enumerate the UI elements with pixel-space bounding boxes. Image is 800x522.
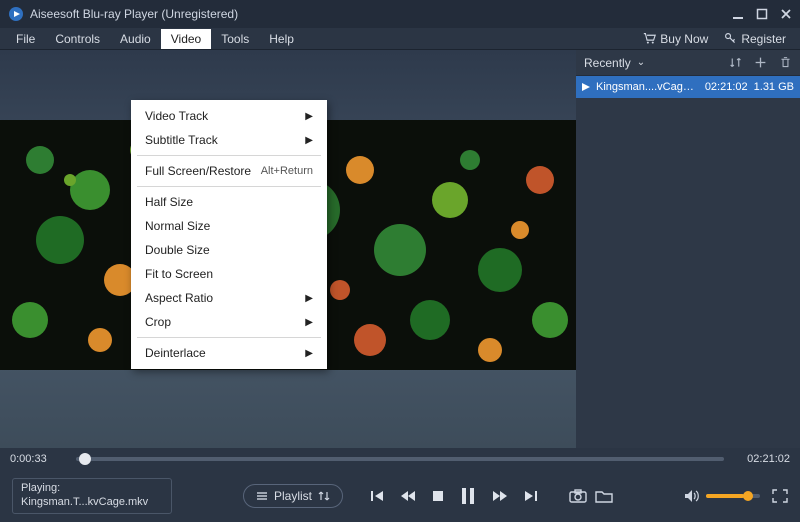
timeline: 0:00:33 02:21:02 xyxy=(0,448,800,470)
time-current: 0:00:33 xyxy=(10,453,66,465)
pause-button[interactable] xyxy=(459,486,477,506)
status-box: Playing: Kingsman.T...kvCage.mkv xyxy=(12,478,172,514)
collapse-icon xyxy=(318,490,330,502)
dd-separator xyxy=(137,155,321,156)
playlist-body: Kingsman....vCage.mkv 02:21:02 1.31 GB xyxy=(576,76,800,448)
menu-video[interactable]: Video xyxy=(161,29,211,49)
cart-icon xyxy=(643,32,656,45)
volume-knob[interactable] xyxy=(743,491,753,501)
seek-knob[interactable] xyxy=(79,453,91,465)
key-icon xyxy=(724,32,737,45)
dd-fullscreen[interactable]: Full Screen/RestoreAlt+Return xyxy=(131,159,327,183)
rewind-button[interactable] xyxy=(399,488,417,504)
status-label: Playing: xyxy=(21,482,163,496)
playlist-item-size: 1.31 GB xyxy=(754,81,794,93)
dd-normal-size[interactable]: Normal Size xyxy=(131,214,327,238)
menu-controls[interactable]: Controls xyxy=(45,29,110,49)
dd-crop[interactable]: Crop▶ xyxy=(131,310,327,334)
dd-separator xyxy=(137,337,321,338)
menu-help[interactable]: Help xyxy=(259,29,304,49)
chevron-down-icon: ⌄ xyxy=(637,57,645,68)
video-area[interactable]: Video Track▶ Subtitle Track▶ Full Screen… xyxy=(0,50,576,448)
close-button[interactable] xyxy=(780,8,792,20)
window-controls xyxy=(732,8,792,20)
menu-audio[interactable]: Audio xyxy=(110,29,161,49)
add-button[interactable] xyxy=(754,56,767,69)
submenu-arrow-icon: ▶ xyxy=(305,293,313,304)
fullscreen-button[interactable] xyxy=(772,489,788,503)
playing-indicator-icon xyxy=(582,83,592,91)
seek-bar[interactable] xyxy=(76,457,724,461)
submenu-arrow-icon: ▶ xyxy=(305,111,313,122)
next-button[interactable] xyxy=(523,488,539,504)
time-total: 02:21:02 xyxy=(734,453,790,465)
video-dropdown-menu: Video Track▶ Subtitle Track▶ Full Screen… xyxy=(131,100,327,369)
dd-aspect-ratio[interactable]: Aspect Ratio▶ xyxy=(131,286,327,310)
volume-slider[interactable] xyxy=(706,494,760,498)
submenu-arrow-icon: ▶ xyxy=(305,317,313,328)
volume-icon[interactable] xyxy=(684,489,700,503)
playlist-panel: Recently ⌄ Kingsman....vCage.mkv 02:21:0… xyxy=(576,50,800,448)
open-folder-button[interactable] xyxy=(595,488,613,504)
sort-button[interactable] xyxy=(729,56,742,69)
menu-tools[interactable]: Tools xyxy=(211,29,259,49)
playlist-category[interactable]: Recently ⌄ xyxy=(584,56,729,70)
previous-button[interactable] xyxy=(369,488,385,504)
playlist-item-duration: 02:21:02 xyxy=(705,81,748,93)
titlebar: Aiseesoft Blu-ray Player (Unregistered) xyxy=(0,0,800,28)
playlist-header: Recently ⌄ xyxy=(576,50,800,76)
dd-double-size[interactable]: Double Size xyxy=(131,238,327,262)
window-title: Aiseesoft Blu-ray Player (Unregistered) xyxy=(30,7,732,21)
forward-button[interactable] xyxy=(491,488,509,504)
menu-file[interactable]: File xyxy=(6,29,45,49)
playlist-item[interactable]: Kingsman....vCage.mkv 02:21:02 1.31 GB xyxy=(576,76,800,98)
transport-controls xyxy=(369,486,539,506)
stop-button[interactable] xyxy=(431,489,445,503)
submenu-arrow-icon: ▶ xyxy=(305,135,313,146)
submenu-arrow-icon: ▶ xyxy=(305,348,313,359)
register-button[interactable]: Register xyxy=(716,32,794,46)
list-icon xyxy=(256,490,268,502)
minimize-button[interactable] xyxy=(732,8,744,20)
delete-button[interactable] xyxy=(779,56,792,69)
volume-fill xyxy=(706,494,744,498)
dd-video-track[interactable]: Video Track▶ xyxy=(131,104,327,128)
dd-fit-to-screen[interactable]: Fit to Screen xyxy=(131,262,327,286)
playlist-toggle-button[interactable]: Playlist xyxy=(243,484,343,508)
maximize-button[interactable] xyxy=(756,8,768,20)
app-icon xyxy=(8,6,24,22)
status-file: Kingsman.T...kvCage.mkv xyxy=(21,496,163,510)
snapshot-button[interactable] xyxy=(569,488,587,504)
dd-half-size[interactable]: Half Size xyxy=(131,190,327,214)
controls-bar: Playing: Kingsman.T...kvCage.mkv Playlis… xyxy=(0,470,800,522)
menubar: File Controls Audio Video Tools Help Buy… xyxy=(0,28,800,50)
dd-separator xyxy=(137,186,321,187)
content-area: Video Track▶ Subtitle Track▶ Full Screen… xyxy=(0,50,800,448)
playlist-item-name: Kingsman....vCage.mkv xyxy=(596,81,699,93)
buy-now-button[interactable]: Buy Now xyxy=(635,32,716,46)
dd-deinterlace[interactable]: Deinterlace▶ xyxy=(131,341,327,365)
dd-subtitle-track[interactable]: Subtitle Track▶ xyxy=(131,128,327,152)
volume-control xyxy=(684,489,760,503)
